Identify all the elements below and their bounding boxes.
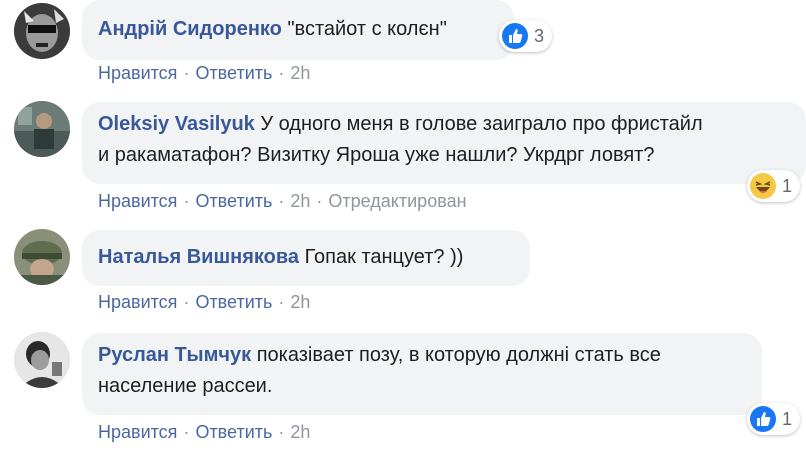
avatar[interactable] (14, 3, 70, 59)
reply-button[interactable]: Ответить (195, 422, 272, 442)
comment-actions: Нравится · Ответить · 2h · Отредактирован (98, 191, 467, 211)
comment-actions: Нравится · Ответить · 2h (98, 292, 311, 312)
reply-button[interactable]: Ответить (195, 292, 272, 312)
comment-text-line-2: население рассеи. (98, 375, 273, 397)
timestamp[interactable]: 2h (290, 191, 310, 211)
like-button[interactable]: Нравится (98, 292, 177, 312)
timestamp[interactable]: 2h (290, 422, 310, 442)
edited-label[interactable]: Отредактирован (328, 191, 466, 211)
comment-actions: Нравится · Ответить · 2h (98, 422, 311, 442)
reaction-count: 3 (534, 25, 545, 46)
comment-bubble: Наталья Вишнякова Гопак танцует? )) (82, 230, 530, 286)
author-name[interactable]: Андрій Сидоренко (98, 18, 282, 40)
author-name[interactable]: Oleksiy Vasilyuk (98, 113, 255, 135)
avatar[interactable] (14, 332, 70, 388)
reply-button[interactable]: Ответить (195, 63, 272, 83)
like-icon (502, 23, 528, 49)
reaction-count: 1 (782, 408, 793, 429)
avatar[interactable] (14, 101, 70, 157)
comment-bubble: Oleksiy Vasilyuk У одного меня в голове … (82, 102, 806, 184)
comment-text-line-1: показівает позу, в которую должні стать … (256, 344, 661, 366)
reaction-summary[interactable]: 3 (499, 20, 553, 52)
like-button[interactable]: Нравится (98, 422, 177, 442)
like-button[interactable]: Нравится (98, 191, 177, 211)
reply-button[interactable]: Ответить (195, 191, 272, 211)
comment-actions: Нравится · Ответить · 2h (98, 63, 311, 83)
comment-text-line-1: У одного меня в голове заиграло про фрис… (260, 113, 703, 135)
author-name[interactable]: Руслан Тымчук (98, 344, 251, 366)
timestamp[interactable]: 2h (290, 292, 310, 312)
reaction-count: 1 (782, 175, 793, 196)
comment-bubble: Руслан Тымчук показівает позу, в которую… (82, 333, 762, 415)
haha-icon (750, 173, 776, 199)
reaction-summary[interactable]: 1 (747, 403, 801, 435)
reaction-summary[interactable]: 1 (747, 170, 801, 202)
timestamp[interactable]: 2h (290, 63, 310, 83)
comment-text: Гопак танцует? )) (304, 246, 464, 268)
comment-text: "встайот с колєн" (287, 18, 447, 40)
avatar[interactable] (14, 229, 70, 285)
like-icon (750, 406, 776, 432)
comment-text-line-2: и ракаматафон? Визитку Яроша уже нашли? … (98, 144, 655, 166)
comment-bubble: Андрій Сидоренко "встайот с колєн" (82, 0, 514, 60)
author-name[interactable]: Наталья Вишнякова (98, 246, 299, 268)
like-button[interactable]: Нравится (98, 63, 177, 83)
